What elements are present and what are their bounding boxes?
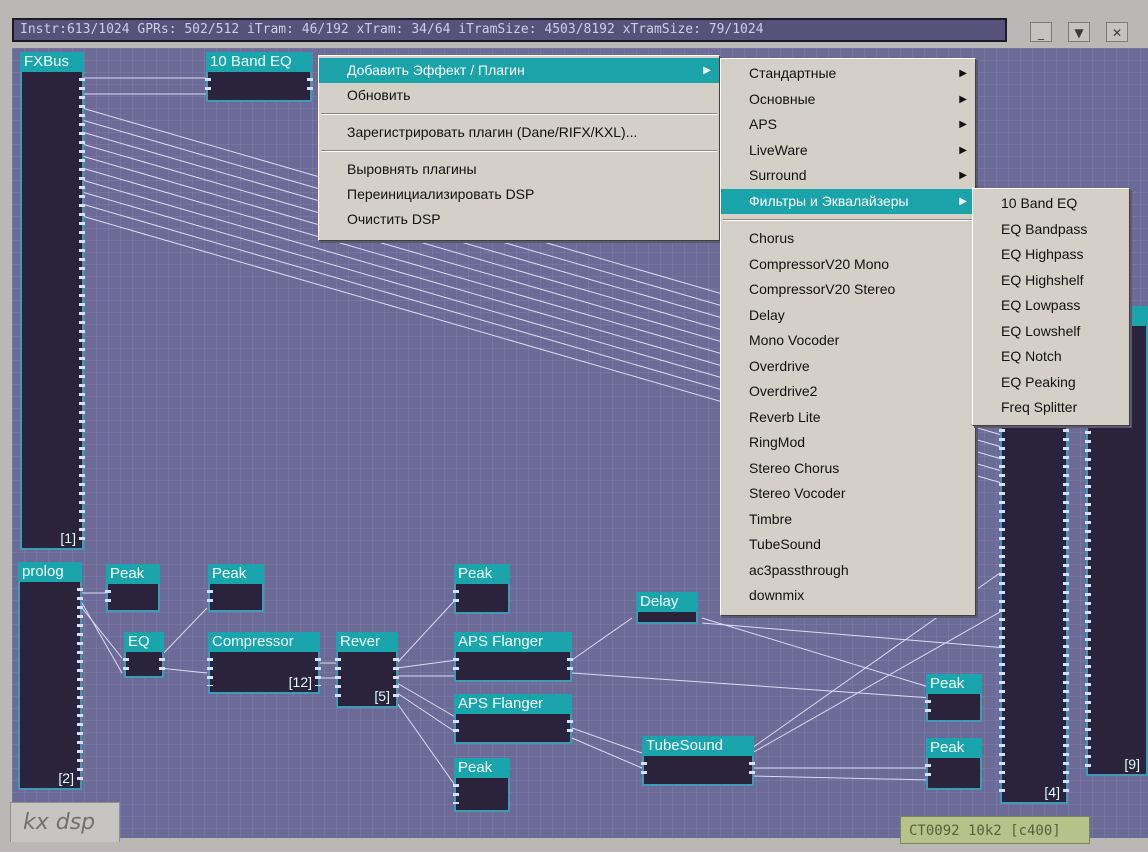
plugin-title: Peak: [454, 564, 510, 584]
menu-item-effect[interactable]: Timbre: [721, 507, 975, 533]
aps-flanger-plugin[interactable]: APS Flanger: [453, 632, 573, 682]
menu-item-category[interactable]: LiveWare ▶: [721, 138, 975, 164]
plugin-title: Peak: [208, 564, 264, 584]
reverb-plugin[interactable]: Rever [5]: [335, 632, 399, 708]
plugin-title: Peak: [926, 738, 982, 758]
menu-item-effect[interactable]: Stereo Vocoder: [721, 481, 975, 507]
menu-item-category[interactable]: Surround ▶: [721, 163, 975, 189]
filters-submenu: 10 Band EQ EQ Bandpass EQ Highpass EQ Hi…: [972, 188, 1130, 426]
plugin-title: Peak: [454, 758, 510, 778]
menu-item-add-effect[interactable]: Добавить Эффект / Плагин ▶: [319, 58, 719, 83]
menu-item-effect[interactable]: Overdrive2: [721, 379, 975, 405]
menu-item-filter[interactable]: EQ Lowpass: [973, 293, 1129, 319]
plugin-title: Peak: [926, 674, 982, 694]
menu-item-filter[interactable]: EQ Highpass: [973, 242, 1129, 268]
menu-item-effect[interactable]: Delay: [721, 303, 975, 329]
menu-item-effect[interactable]: TubeSound: [721, 532, 975, 558]
plugin-number: [4]: [1044, 784, 1060, 800]
context-menu: Добавить Эффект / Плагин ▶ Обновить Зарег…: [318, 55, 720, 241]
peak-plugin[interactable]: Peak: [207, 564, 264, 612]
peak-plugin[interactable]: Peak: [105, 564, 160, 612]
menu-item-effect[interactable]: CompressorV20 Mono: [721, 252, 975, 278]
close-button[interactable]: ✕: [1106, 22, 1128, 42]
plugin-title: 10 Band EQ: [206, 52, 312, 72]
menu-item-reinit-dsp[interactable]: Переинициализировать DSP: [319, 182, 719, 207]
peak-plugin[interactable]: Peak: [453, 564, 510, 614]
menu-item-effect[interactable]: Chorus: [721, 226, 975, 252]
effects-submenu: Стандартные ▶ Основные ▶ APS ▶ LiveWare ▶ Su…: [720, 58, 976, 616]
menu-item-category[interactable]: APS ▶: [721, 112, 975, 138]
dsp-resource-title-bar: Instr:613/1024 GPRs: 502/512 iTram: 46/1…: [12, 18, 1007, 42]
menu-item-effect[interactable]: downmix: [721, 583, 975, 609]
menu-item-filter[interactable]: EQ Highshelf: [973, 268, 1129, 294]
menu-separator: [321, 113, 717, 115]
peak-plugin[interactable]: Peak: [925, 738, 982, 790]
menu-item-effect[interactable]: Mono Vocoder: [721, 328, 975, 354]
minimize-button[interactable]: _: [1030, 22, 1052, 42]
menu-item-filter[interactable]: 10 Band EQ: [973, 191, 1129, 217]
plugin-number: [2]: [58, 770, 74, 786]
plugin-number: [1]: [60, 530, 76, 546]
peak-plugin[interactable]: Peak: [925, 674, 982, 722]
menu-item-filter[interactable]: Freq Splitter: [973, 395, 1129, 421]
compressor-plugin[interactable]: Compressor [12]: [207, 632, 321, 694]
menu-item-clear-dsp[interactable]: Очистить DSP: [319, 207, 719, 232]
plugin-title: Peak: [106, 564, 160, 584]
dropdown-button[interactable]: ▼: [1068, 22, 1090, 42]
plugin-title: Rever: [336, 632, 398, 652]
plugin-title: prolog: [18, 562, 82, 582]
menu-item-effect[interactable]: ac3passthrough: [721, 558, 975, 584]
menu-item-filter[interactable]: EQ Lowshelf: [973, 319, 1129, 345]
app-label: kx dsp: [10, 802, 120, 842]
menu-item-register-plugin[interactable]: Зарегистрировать плагин (Dane/RIFX/KXL).…: [319, 120, 719, 145]
peak-plugin[interactable]: Peak: [453, 758, 510, 812]
menu-item-effect[interactable]: CompressorV20 Stereo: [721, 277, 975, 303]
plugin-number: [5]: [374, 688, 390, 704]
menu-separator: [723, 219, 973, 221]
menu-item-refresh[interactable]: Обновить: [319, 83, 719, 108]
plugin-title: FXBus: [20, 52, 84, 72]
plugin-title: EQ: [124, 632, 164, 652]
ten-band-eq-plugin[interactable]: 10 Band EQ: [205, 52, 313, 102]
menu-item-filter[interactable]: EQ Notch: [973, 344, 1129, 370]
menu-item-effect[interactable]: Stereo Chorus: [721, 456, 975, 482]
menu-item-category[interactable]: Стандартные ▶: [721, 61, 975, 87]
plugin-number: [9]: [1124, 756, 1140, 772]
menu-item-category[interactable]: Основные ▶: [721, 87, 975, 113]
aps-flanger-plugin[interactable]: APS Flanger: [453, 694, 573, 744]
menu-item-align-plugins[interactable]: Выровнять плагины: [319, 157, 719, 182]
status-field: CT0092 10k2 [c400]: [900, 816, 1090, 844]
menu-item-filter[interactable]: EQ Bandpass: [973, 217, 1129, 243]
plugin-number: [12]: [288, 674, 312, 690]
plugin-title: Compressor: [208, 632, 320, 652]
menu-item-filter[interactable]: EQ Peaking: [973, 370, 1129, 396]
menu-item-filters-equalizers[interactable]: Фильтры и Эквалайзеры ▶: [721, 188, 975, 214]
plugin-title: TubeSound: [642, 736, 754, 756]
output-plugin[interactable]: [4]: [999, 378, 1069, 804]
menu-separator: [321, 150, 717, 152]
fxbus-plugin[interactable]: FXBus [1]: [20, 52, 85, 550]
menu-item-effect[interactable]: Reverb Lite: [721, 405, 975, 431]
tubesound-plugin[interactable]: TubeSound: [641, 736, 755, 786]
menu-item-effect[interactable]: RingMod: [721, 430, 975, 456]
plugin-title: Delay: [636, 592, 698, 612]
delay-plugin[interactable]: Delay: [636, 592, 698, 624]
plugin-title: APS Flanger: [454, 632, 572, 652]
plugin-title: APS Flanger: [454, 694, 572, 714]
menu-item-effect[interactable]: Overdrive: [721, 354, 975, 380]
eq-plugin[interactable]: EQ: [123, 632, 165, 678]
prolog-plugin[interactable]: prolog [2]: [18, 562, 83, 790]
